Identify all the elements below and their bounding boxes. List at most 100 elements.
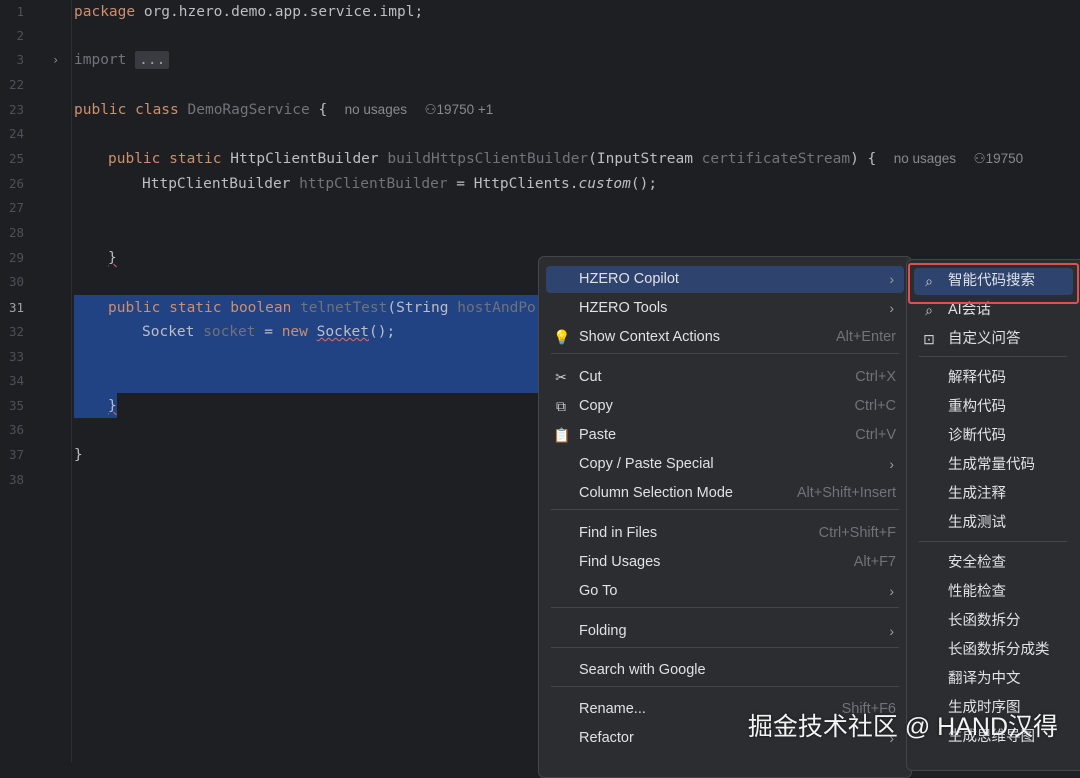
search-icon: ⌕ bbox=[925, 302, 933, 318]
submenu-item-label: 生成常量代码 bbox=[948, 457, 1035, 473]
menu-item-label: Column Selection Mode bbox=[579, 485, 733, 501]
menu-separator bbox=[551, 607, 899, 608]
line-number[interactable]: 38 bbox=[0, 468, 24, 492]
submenu-item[interactable]: 长函数拆分成类 bbox=[914, 637, 1073, 664]
method-name: telnetTest bbox=[300, 300, 388, 316]
submenu-item-label: 诊断代码 bbox=[948, 428, 1006, 444]
submenu-item[interactable]: 解释代码 bbox=[914, 365, 1073, 392]
line-number[interactable]: 24 bbox=[0, 122, 24, 146]
menu-item-go-to[interactable]: Go To › bbox=[546, 578, 904, 605]
chevron-right-icon: › bbox=[889, 583, 894, 599]
menu-item-column-selection-mode[interactable]: Column Selection Mode Alt+Shift+Insert bbox=[546, 480, 904, 507]
code-line[interactable]: } bbox=[108, 394, 117, 418]
line-number[interactable]: 33 bbox=[0, 345, 24, 369]
chevron-right-icon: › bbox=[889, 271, 894, 287]
submenu-item[interactable]: 重构代码 bbox=[914, 394, 1073, 421]
code-line[interactable]: public static boolean telnetTest(String … bbox=[108, 296, 553, 320]
line-number[interactable]: 22 bbox=[0, 73, 24, 97]
chevron-right-icon: › bbox=[889, 623, 894, 639]
line-number[interactable]: 26 bbox=[0, 172, 24, 196]
menu-item-copy-paste-special[interactable]: Copy / Paste Special › bbox=[546, 451, 904, 478]
submenu-item[interactable]: 安全检查 bbox=[914, 550, 1073, 577]
menu-item-label: Refactor bbox=[579, 730, 634, 746]
scissors-icon: ✂ bbox=[555, 369, 567, 385]
menu-item-label: Search with Google bbox=[579, 662, 706, 678]
menu-item-cut[interactable]: ✂ Cut Ctrl+X bbox=[546, 364, 904, 391]
line-number[interactable]: 2 bbox=[0, 24, 24, 48]
menu-item-label: Cut bbox=[579, 369, 602, 385]
line-number[interactable]: 35 bbox=[0, 394, 24, 418]
code-line[interactable]: public static HttpClientBuilder buildHtt… bbox=[108, 147, 1023, 171]
clipboard-icon: 📋 bbox=[553, 427, 571, 443]
line-number[interactable]: 32 bbox=[0, 320, 24, 344]
package-name: org.hzero.demo.app.service.impl; bbox=[135, 4, 424, 20]
line-number[interactable]: 3 bbox=[0, 48, 24, 72]
menu-item-find-usages[interactable]: Find Usages Alt+F7 bbox=[546, 549, 904, 576]
code-line[interactable]: HttpClientBuilder httpClientBuilder = Ht… bbox=[142, 172, 657, 196]
variable-name: socket bbox=[203, 324, 256, 340]
line-number[interactable]: 36 bbox=[0, 418, 24, 442]
collapsed-imports[interactable]: ... bbox=[135, 51, 170, 69]
fold-expand-icon[interactable]: › bbox=[52, 48, 59, 72]
keyword: public static bbox=[108, 151, 222, 167]
highlight-box bbox=[908, 263, 1079, 304]
line-number[interactable]: 34 bbox=[0, 369, 24, 393]
menu-item-label: Copy / Paste Special bbox=[579, 456, 714, 472]
submenu-item[interactable]: 长函数拆分 bbox=[914, 608, 1073, 635]
user-icon: ⚇ bbox=[424, 102, 437, 117]
menu-item-show-context-actions[interactable]: 💡 Show Context Actions Alt+Enter bbox=[546, 324, 904, 351]
submenu-item[interactable]: 性能检查 bbox=[914, 579, 1073, 606]
author-hint[interactable]: ⚇19750 bbox=[974, 151, 1024, 166]
method-call: custom bbox=[578, 176, 631, 192]
code-line[interactable]: public class DemoRagService { no usages … bbox=[74, 98, 493, 122]
keyword: public static boolean bbox=[108, 300, 292, 316]
line-number[interactable]: 25 bbox=[0, 147, 24, 171]
menu-separator bbox=[919, 541, 1067, 542]
line-number[interactable]: 29 bbox=[0, 246, 24, 270]
usages-hint[interactable]: no usages bbox=[894, 151, 956, 166]
keyword: new bbox=[281, 324, 308, 340]
line-number[interactable]: 31 bbox=[0, 296, 24, 320]
menu-item-label: Show Context Actions bbox=[579, 329, 721, 345]
code-line[interactable]: Socket socket = new Socket(); bbox=[142, 320, 395, 344]
param-name: certificateStream bbox=[701, 151, 851, 167]
submenu-item-label: 生成注释 bbox=[948, 486, 1006, 502]
usages-hint[interactable]: no usages bbox=[345, 102, 407, 117]
line-number[interactable]: 28 bbox=[0, 221, 24, 245]
menu-item-search-with-google[interactable]: Search with Google bbox=[546, 657, 904, 684]
code-line[interactable]: import ... bbox=[74, 48, 170, 72]
menu-item-hzero-tools[interactable]: HZERO Tools › bbox=[546, 295, 904, 322]
submenu-item[interactable]: 生成常量代码 bbox=[914, 452, 1073, 479]
keyword: import bbox=[74, 52, 127, 68]
menu-item-copy[interactable]: ⧉ Copy Ctrl+C bbox=[546, 393, 904, 420]
code-line[interactable]: package org.hzero.demo.app.service.impl; bbox=[74, 0, 423, 24]
submenu-item[interactable]: 生成注释 bbox=[914, 481, 1073, 508]
menu-item-label: Go To bbox=[579, 583, 618, 599]
submenu-item[interactable]: 诊断代码 bbox=[914, 423, 1073, 450]
menu-item-hzero-copilot[interactable]: HZERO Copilot › bbox=[546, 266, 904, 293]
terminal-icon: ⊡ bbox=[923, 331, 935, 347]
line-number[interactable]: 1 bbox=[0, 0, 24, 24]
code-line[interactable]: } bbox=[108, 246, 117, 270]
submenu-item-label: 安全检查 bbox=[948, 555, 1006, 571]
gutter-divider bbox=[71, 0, 72, 762]
menu-item-paste[interactable]: 📋 Paste Ctrl+V bbox=[546, 422, 904, 449]
submenu-item-label: 解释代码 bbox=[948, 370, 1006, 386]
line-number[interactable]: 23 bbox=[0, 98, 24, 122]
menu-item-shortcut: Ctrl+V bbox=[855, 427, 896, 443]
line-number[interactable]: 37 bbox=[0, 443, 24, 467]
author-hint[interactable]: ⚇19750 +1 bbox=[424, 102, 493, 117]
menu-item-shortcut: Alt+Shift+Insert bbox=[796, 485, 896, 501]
keyword: package bbox=[74, 4, 136, 20]
submenu-item[interactable]: 生成测试 bbox=[914, 510, 1073, 537]
code-line[interactable]: } bbox=[74, 443, 83, 467]
menu-item-folding[interactable]: Folding › bbox=[546, 618, 904, 645]
submenu-item[interactable]: ⊡ 自定义问答 bbox=[914, 326, 1073, 353]
submenu-item[interactable]: 翻译为中文 bbox=[914, 666, 1073, 693]
line-number[interactable]: 27 bbox=[0, 196, 24, 220]
menu-item-find-in-files[interactable]: Find in Files Ctrl+Shift+F bbox=[546, 520, 904, 547]
menu-item-shortcut: Alt+Enter bbox=[835, 329, 896, 345]
submenu-item-label: 生成测试 bbox=[948, 515, 1006, 531]
copilot-submenu: ⌕ 智能代码搜索 ⌕ AI会话 ⊡ 自定义问答 解释代码 重构代码 诊断代码 生成常量代码 生成注释… bbox=[906, 259, 1080, 771]
line-number[interactable]: 30 bbox=[0, 270, 24, 294]
